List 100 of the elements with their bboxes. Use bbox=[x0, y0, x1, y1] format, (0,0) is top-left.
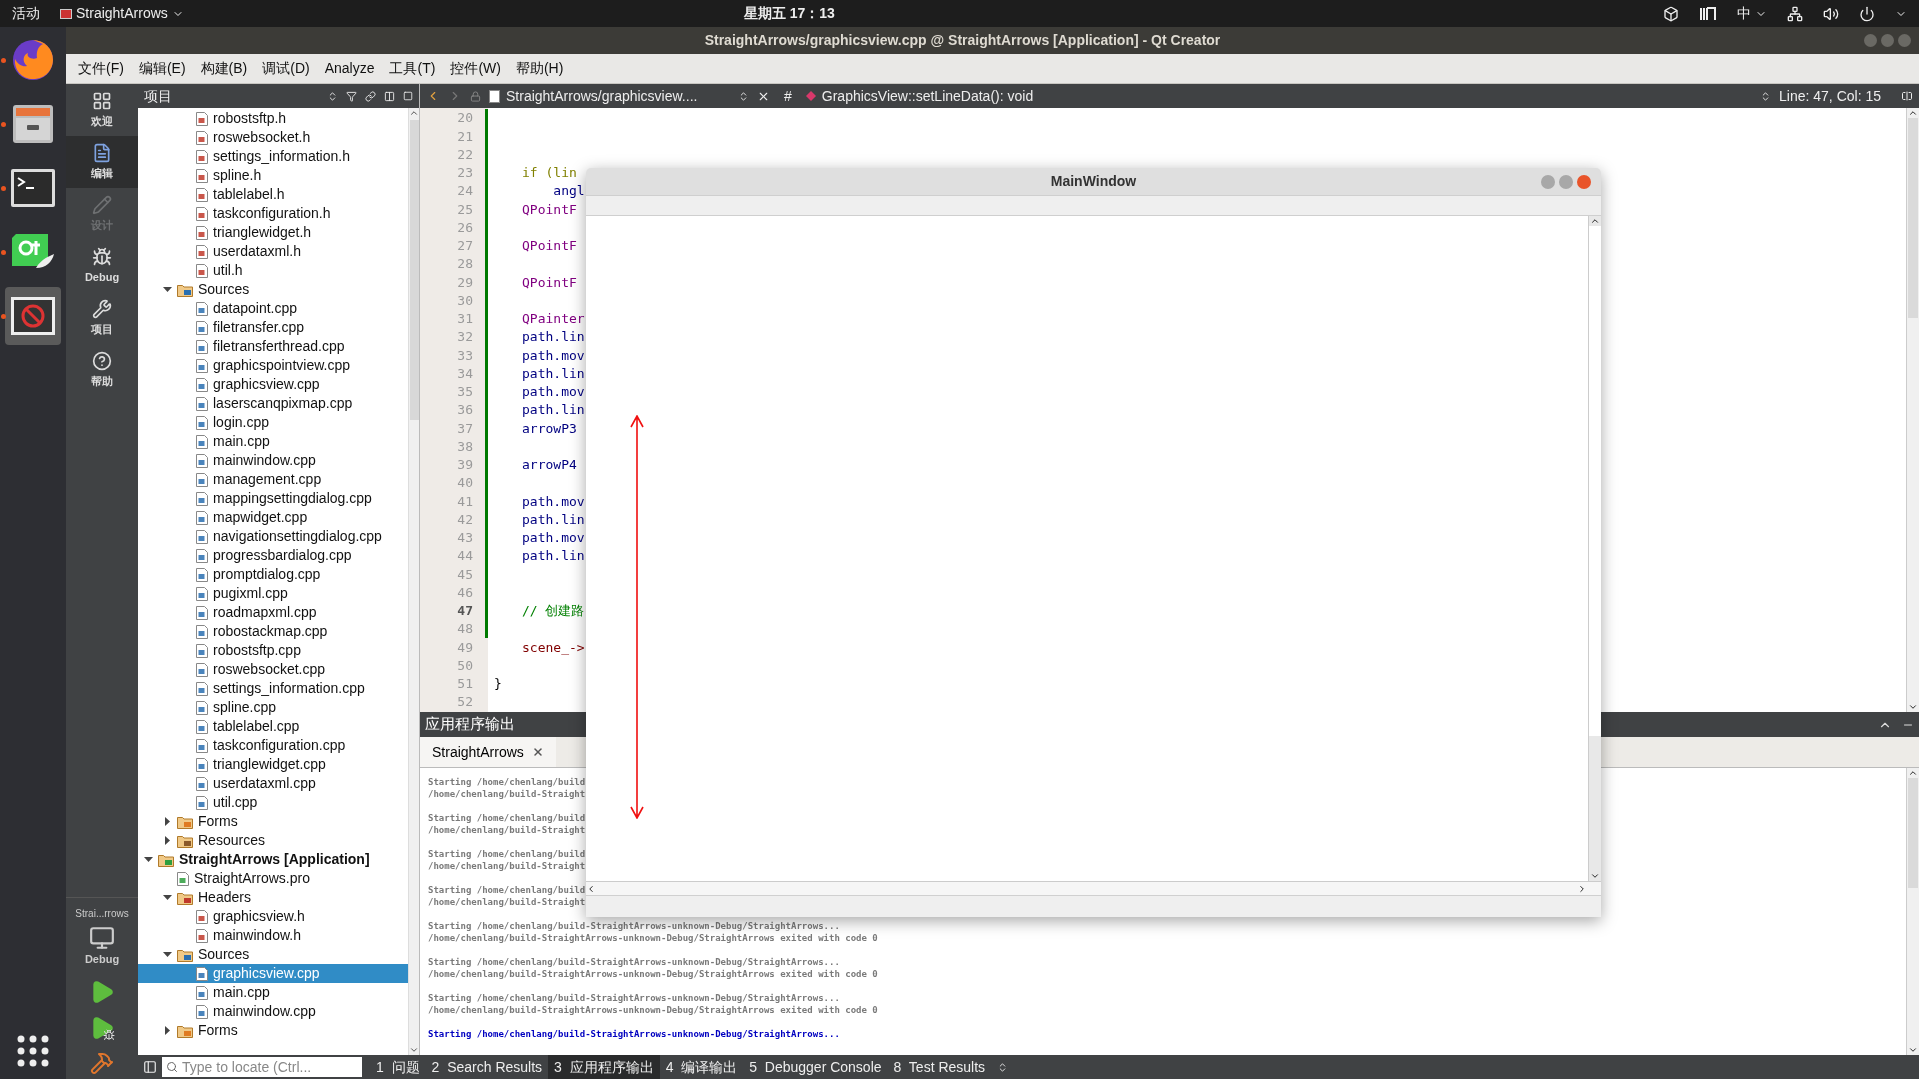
expanded-arrow-icon[interactable] bbox=[144, 855, 153, 864]
output-scrollbar[interactable] bbox=[1906, 768, 1919, 1055]
build-icon[interactable] bbox=[90, 1051, 114, 1075]
blocked-app-icon[interactable] bbox=[10, 296, 56, 336]
collapsed-arrow-icon[interactable] bbox=[163, 817, 172, 826]
mode-tab[interactable]: 欢迎 bbox=[66, 84, 138, 136]
tree-item[interactable]: mainwindow.cpp bbox=[138, 451, 408, 470]
tree-item[interactable]: roswebsocket.cpp bbox=[138, 660, 408, 679]
output-pane-button[interactable]: 8 Test Results bbox=[887, 1055, 992, 1079]
tree-item[interactable]: filetransfer.cpp bbox=[138, 318, 408, 337]
activities-button[interactable]: 活动 bbox=[12, 3, 40, 24]
scroll-right-icon[interactable] bbox=[1577, 883, 1587, 894]
output-pane-button[interactable]: 2 Search Results bbox=[425, 1055, 549, 1079]
locate-field[interactable]: Type to locate (Ctrl... bbox=[162, 1057, 362, 1077]
menu-item[interactable]: 工具(T) bbox=[389, 58, 436, 79]
output-pane-button[interactable]: 3 应用程序输出 bbox=[548, 1055, 660, 1079]
network-icon[interactable] bbox=[1787, 5, 1803, 22]
sidebar-toggle-icon[interactable] bbox=[143, 1060, 157, 1074]
mode-tab[interactable]: 帮助 bbox=[66, 344, 138, 396]
tree-item[interactable]: mainwindow.cpp bbox=[138, 1002, 408, 1021]
tree-item[interactable]: tablelabel.h bbox=[138, 185, 408, 204]
tree-item[interactable]: Forms bbox=[138, 812, 408, 831]
app-menu[interactable]: StraightArrows bbox=[60, 3, 184, 24]
tree-item[interactable]: login.cpp bbox=[138, 413, 408, 432]
tree-item[interactable]: mappingsettingdialog.cpp bbox=[138, 489, 408, 508]
tree-item[interactable]: trianglewidget.h bbox=[138, 223, 408, 242]
tree-item[interactable]: roadmapxml.cpp bbox=[138, 603, 408, 622]
tree-item[interactable]: taskconfiguration.cpp bbox=[138, 736, 408, 755]
canvas-vertical-scrollbar[interactable] bbox=[1588, 216, 1601, 881]
tree-item[interactable]: userdataxml.h bbox=[138, 242, 408, 261]
menu-item[interactable]: 构建(B) bbox=[200, 58, 248, 79]
app-grid-icon[interactable] bbox=[17, 1035, 49, 1067]
tree-item[interactable]: taskconfiguration.h bbox=[138, 204, 408, 223]
tree-item[interactable]: graphicsview.cpp bbox=[138, 375, 408, 394]
tree-item[interactable]: promptdialog.cpp bbox=[138, 565, 408, 584]
tree-item[interactable]: Sources bbox=[138, 945, 408, 964]
output-pane-button[interactable]: 4 编译输出 bbox=[659, 1055, 744, 1079]
scroll-up-icon[interactable] bbox=[409, 108, 419, 118]
clock[interactable]: 星期五 17：13 bbox=[743, 3, 835, 24]
menu-item[interactable]: 编辑(E) bbox=[138, 58, 186, 79]
canvas-horizontal-scrollbar[interactable] bbox=[586, 881, 1601, 895]
tree-item[interactable]: laserscanqpixmap.cpp bbox=[138, 394, 408, 413]
tree-item[interactable]: spline.h bbox=[138, 166, 408, 185]
tree-item[interactable]: settings_information.cpp bbox=[138, 679, 408, 698]
menu-item[interactable]: 帮助(H) bbox=[515, 58, 564, 79]
tree-item[interactable]: userdataxml.cpp bbox=[138, 774, 408, 793]
tree-item[interactable]: datapoint.cpp bbox=[138, 299, 408, 318]
mode-tab[interactable]: 项目 bbox=[66, 292, 138, 344]
tree-item[interactable]: mainwindow.h bbox=[138, 926, 408, 945]
close-tab-icon[interactable] bbox=[531, 746, 544, 758]
tree-item[interactable]: Headers bbox=[138, 888, 408, 907]
tree-item[interactable]: StraightArrows.pro bbox=[138, 869, 408, 888]
symbol-selector[interactable]: GraphicsView::setLineData(): void bbox=[805, 85, 1034, 107]
tree-item[interactable]: management.cpp bbox=[138, 470, 408, 489]
scroll-up-icon[interactable] bbox=[1590, 216, 1600, 226]
menu-item[interactable]: Analyze bbox=[324, 58, 375, 79]
tree-item[interactable]: Resources bbox=[138, 831, 408, 850]
tree-item[interactable]: roswebsocket.h bbox=[138, 128, 408, 147]
menu-item[interactable]: 文件(F) bbox=[78, 58, 124, 79]
tree-item[interactable]: main.cpp bbox=[138, 432, 408, 451]
cursor-position[interactable]: Line: 47, Col: 15 bbox=[1779, 85, 1881, 107]
tree-item[interactable]: robostsftp.cpp bbox=[138, 641, 408, 660]
mode-tab[interactable]: Debug bbox=[66, 240, 138, 292]
build-config-label[interactable]: Debug bbox=[84, 950, 120, 967]
tree-item[interactable]: filetransferthread.cpp bbox=[138, 337, 408, 356]
collapsed-arrow-icon[interactable] bbox=[163, 1026, 172, 1035]
link-icon[interactable] bbox=[365, 90, 376, 102]
split-icon[interactable] bbox=[384, 90, 395, 102]
tree-item[interactable]: progressbardialog.cpp bbox=[138, 546, 408, 565]
scroll-down-icon[interactable] bbox=[1908, 702, 1918, 712]
filter-icon[interactable] bbox=[346, 90, 357, 102]
package-icon[interactable] bbox=[1663, 5, 1679, 22]
split-icon[interactable] bbox=[1901, 90, 1913, 102]
scroll-down-icon[interactable] bbox=[1908, 1045, 1918, 1055]
input-method-menu[interactable]: 中 bbox=[1737, 3, 1767, 24]
tree-item[interactable]: mapwidget.cpp bbox=[138, 508, 408, 527]
tree-item[interactable]: graphicsview.h bbox=[138, 907, 408, 926]
output-pane-button[interactable]: 1 问题 bbox=[370, 1055, 426, 1079]
tree-item[interactable]: Forms bbox=[138, 1021, 408, 1040]
kit-name[interactable]: Strai...rrows bbox=[75, 905, 129, 921]
expanded-arrow-icon[interactable] bbox=[163, 950, 172, 959]
scroll-down-icon[interactable] bbox=[1590, 871, 1600, 881]
tree-item[interactable]: navigationsettingdialog.cpp bbox=[138, 527, 408, 546]
tree-item[interactable]: graphicsview.cpp bbox=[138, 964, 408, 983]
tree-item[interactable]: robostsftp.h bbox=[138, 109, 408, 128]
panel-title[interactable]: 项目 bbox=[144, 85, 319, 107]
menu-item[interactable]: 调试(D) bbox=[262, 58, 310, 79]
expanded-arrow-icon[interactable] bbox=[163, 893, 172, 902]
tree-item[interactable]: pugixml.cpp bbox=[138, 584, 408, 603]
collapsed-arrow-icon[interactable] bbox=[163, 836, 172, 845]
output-pane-button[interactable]: 5 Debugger Console bbox=[743, 1055, 888, 1079]
browser-icon[interactable] bbox=[10, 37, 56, 83]
output-tab[interactable]: StraightArrows bbox=[420, 737, 556, 767]
tree-item[interactable]: StraightArrows [Application] bbox=[138, 850, 408, 869]
tree-item[interactable]: util.h bbox=[138, 261, 408, 280]
close-button[interactable] bbox=[1577, 175, 1591, 189]
power-icon[interactable] bbox=[1859, 5, 1875, 22]
tree-item[interactable]: tablelabel.cpp bbox=[138, 717, 408, 736]
tree-item[interactable]: settings_information.h bbox=[138, 147, 408, 166]
tree-item[interactable]: Sources bbox=[138, 280, 408, 299]
